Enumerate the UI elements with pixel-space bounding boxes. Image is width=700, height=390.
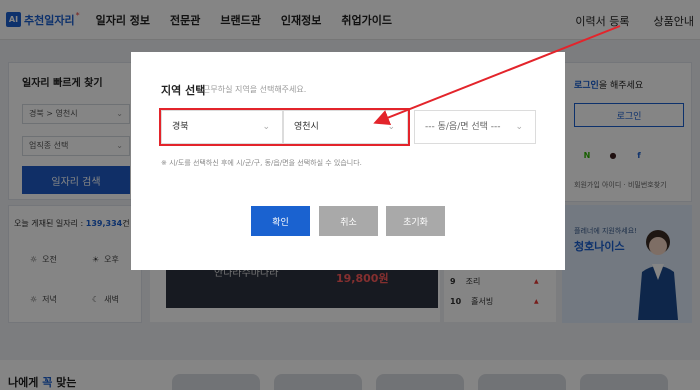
annotation-arrow: [373, 25, 621, 126]
